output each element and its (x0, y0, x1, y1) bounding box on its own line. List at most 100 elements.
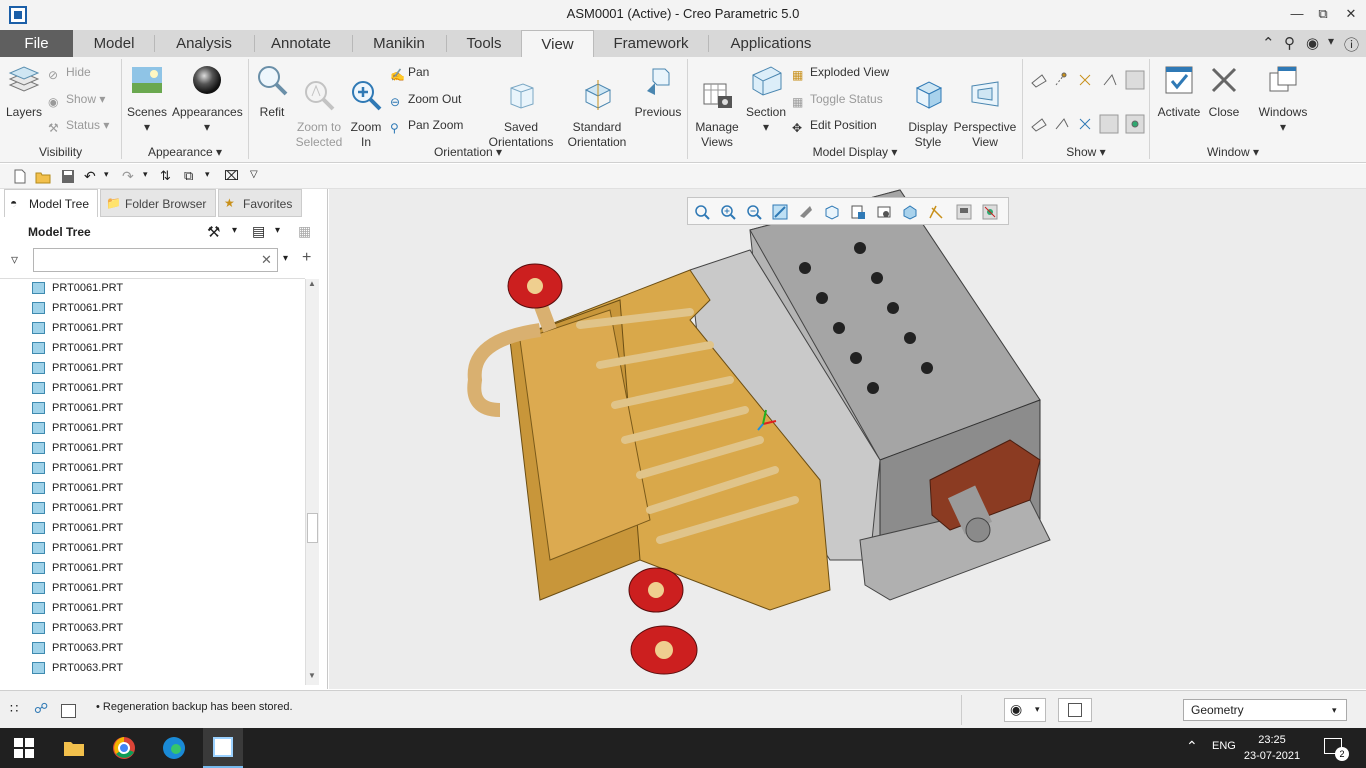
model-tree-title: Model Tree (28, 225, 91, 239)
section-button[interactable]: Section ▾ (744, 63, 788, 135)
zoom-out-icon[interactable] (746, 204, 762, 220)
show-button[interactable]: ◉ Show ▾ (48, 90, 105, 109)
tab-tools[interactable]: Tools (450, 30, 518, 57)
save-icon[interactable] (60, 169, 76, 184)
zoom-in-icon[interactable] (720, 204, 736, 220)
scenes-button[interactable]: Scenes ▾ (126, 63, 168, 135)
show-toolbar-icons[interactable] (1028, 69, 1148, 137)
status-button[interactable]: ⚒ Status ▾ (48, 116, 109, 135)
minimize-button[interactable]: — (1284, 4, 1310, 24)
exploded-view-button[interactable]: ▦ Exploded View (792, 63, 889, 82)
undo-dropdown-icon[interactable]: ▾ (104, 169, 120, 184)
collapse-ribbon-icon[interactable]: ⌃ (1262, 34, 1275, 52)
tab-applications[interactable]: Applications (714, 30, 828, 57)
redo-icon[interactable]: ↷ (122, 169, 138, 184)
creo-taskbar-button[interactable] (203, 728, 243, 768)
view-manager-icon[interactable] (850, 204, 866, 220)
refit-icon[interactable] (694, 204, 710, 220)
input-language[interactable]: ENG (1212, 740, 1236, 752)
chrome-icon[interactable] (112, 736, 136, 760)
tab-analysis[interactable]: Analysis (160, 30, 248, 57)
tab-model[interactable]: Model (80, 30, 148, 57)
file-explorer-icon[interactable] (62, 736, 86, 760)
tab-view[interactable]: View (521, 30, 594, 57)
part-icon (32, 342, 45, 354)
part-icon (32, 542, 45, 554)
regenerate-icon[interactable]: ⇅ (160, 169, 176, 184)
new-file-icon[interactable] (12, 169, 28, 184)
hide-button[interactable]: ⊘ Hide (48, 63, 91, 82)
tab-manikin[interactable]: Manikin (356, 30, 442, 57)
previous-button[interactable]: Previous (632, 63, 684, 120)
tab-file[interactable]: File (0, 30, 73, 57)
appearance-group-label[interactable]: Appearance ▾ (122, 145, 248, 159)
annotation-display-icon[interactable] (956, 204, 972, 220)
add-filter-icon[interactable]: + (302, 249, 311, 267)
open-folder-icon[interactable] (35, 169, 51, 184)
windows-button[interactable]: Windows ▾ (1254, 63, 1312, 135)
settings-dropdown-icon[interactable]: ▾ (232, 225, 237, 236)
scroll-up-icon[interactable]: ▲ (308, 279, 316, 288)
navigator-toggle-icon[interactable]: ∷ (10, 701, 18, 717)
show-group-label[interactable]: Show ▾ (1023, 145, 1149, 159)
customize-toolbar-icon[interactable]: ▽ (250, 169, 266, 184)
edge-icon[interactable] (162, 736, 186, 760)
layers-button[interactable]: Layers (4, 63, 44, 120)
window-group-label[interactable]: Window ▾ (1150, 145, 1316, 159)
selection-filter-button[interactable] (1058, 698, 1092, 722)
undo-icon[interactable]: ↶ (84, 169, 100, 184)
windows-dropdown-icon[interactable]: ▾ (205, 169, 221, 184)
zoom-out-button[interactable]: ⊖ Zoom Out (390, 90, 461, 109)
graphics-window[interactable] (329, 189, 1366, 689)
assembly-model[interactable] (329, 189, 1366, 689)
browser-toggle-icon[interactable]: ☍ (34, 700, 48, 717)
close-window-icon[interactable]: ⌧ (224, 169, 240, 184)
appearances-button[interactable]: Appearances ▾ (172, 63, 243, 135)
tree-columns-icon[interactable]: ▦ (298, 223, 311, 240)
close-window-button[interactable]: ✕ (1338, 4, 1364, 24)
windows-start-icon[interactable] (12, 736, 36, 760)
saved-orientations-icon[interactable] (824, 204, 840, 220)
windows-switch-icon[interactable]: ⧉ (184, 169, 200, 184)
help-icon[interactable]: ⓘ (1344, 34, 1359, 55)
filter-dropdown-icon[interactable]: ▾ (283, 253, 288, 264)
redo-dropdown-icon[interactable]: ▾ (143, 169, 159, 184)
display-style-icon[interactable] (798, 204, 814, 220)
pan-button[interactable]: ✍ Pan (390, 63, 429, 82)
refit-button[interactable]: Refit (252, 63, 292, 120)
options-dropdown-icon[interactable]: ▾ (1328, 34, 1334, 48)
tree-scrollbar[interactable]: ▲ ▼ (305, 279, 319, 685)
tab-model-tree[interactable]: Model Tree (4, 189, 98, 217)
toggle-status-button[interactable]: ▦ Toggle Status (792, 90, 883, 109)
edit-position-button[interactable]: ✥ Edit Position (792, 116, 877, 135)
spin-center-toggle-icon[interactable] (982, 204, 998, 220)
pan-zoom-button[interactable]: ⚲ Pan Zoom (390, 116, 463, 135)
model-tree-icon: ◓ (10, 196, 18, 210)
datum-display-icon[interactable] (928, 204, 944, 220)
full-screen-icon[interactable] (61, 704, 76, 718)
spin-center-icon[interactable] (902, 204, 918, 220)
show-dropdown-icon[interactable]: ▾ (275, 225, 280, 236)
chevron-up-icon[interactable]: ⌃ (1186, 738, 1198, 755)
model-display-group-label[interactable]: Model Display ▾ (688, 145, 1022, 159)
scroll-down-icon[interactable]: ▼ (308, 671, 316, 680)
close-button[interactable]: Close (1204, 63, 1244, 120)
settings-icon[interactable]: ⚒ (207, 223, 220, 241)
tree-filter-input[interactable] (33, 248, 278, 272)
clear-filter-icon[interactable]: ✕ (261, 252, 272, 268)
tab-framework[interactable]: Framework (600, 30, 702, 57)
notifications-icon[interactable]: 2 (1324, 738, 1349, 761)
show-icon[interactable]: ▤ (252, 223, 265, 240)
activate-button[interactable]: Activate (1154, 63, 1204, 120)
find-button[interactable]: ◉ ▾ (1004, 698, 1046, 722)
orientation-group-label[interactable]: Orientation ▾ (249, 145, 687, 159)
account-icon[interactable]: ◉ (1306, 34, 1319, 52)
selection-filter-dropdown[interactable]: Geometry ▾ (1183, 699, 1347, 721)
restore-button[interactable]: ⧉ (1310, 4, 1336, 24)
search-icon[interactable]: ⚲ (1284, 34, 1295, 52)
clock[interactable]: 23:25 23-07-2021 (1243, 732, 1301, 764)
repaint-icon[interactable] (772, 204, 788, 220)
perspective-view-icon[interactable] (876, 204, 892, 220)
tab-annotate[interactable]: Annotate (258, 30, 344, 57)
scrollbar-thumb[interactable] (307, 513, 318, 543)
